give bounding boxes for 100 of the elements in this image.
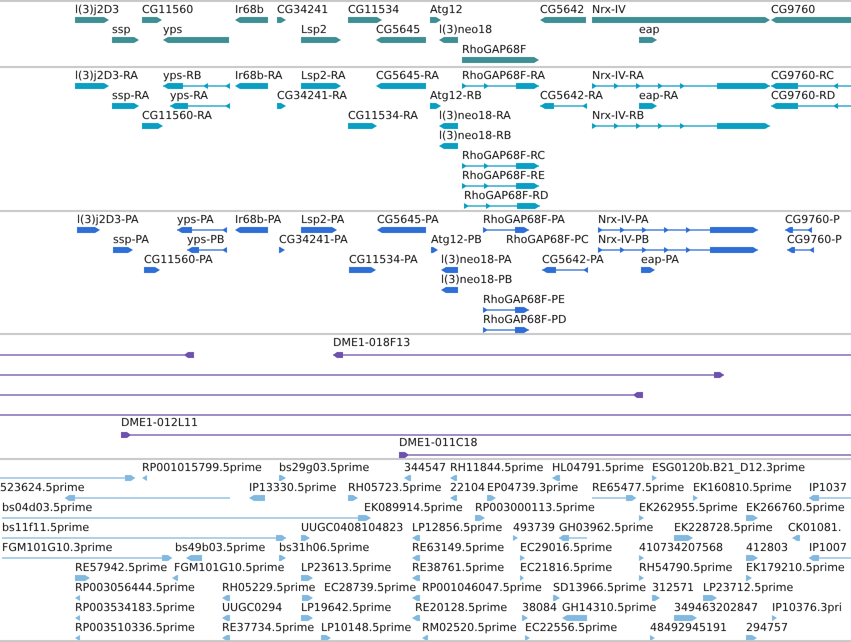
est-label: RE65477.5prime xyxy=(592,481,684,494)
transcript-label: RhoGAP68F-RE xyxy=(462,169,545,182)
est-label: 294757 xyxy=(746,621,788,634)
transcript-label: CG11560-RA xyxy=(142,109,212,122)
clone-label: DME1-018F13 xyxy=(333,336,410,349)
transcript-label: Ir68b-RA xyxy=(235,69,282,82)
transcript-label: yps-RB xyxy=(163,69,202,82)
est-label: EC21816.5prime xyxy=(520,561,612,574)
transcript-label: RhoGAP68F-RA xyxy=(462,69,546,82)
est-label: bs31h06.5prime xyxy=(279,541,370,554)
est-label: RP003510336.5prime xyxy=(75,621,195,634)
est-label: 48492945191 xyxy=(650,621,727,634)
est-label: bs29g03.5prime xyxy=(279,461,370,474)
clone-label: DME1-011C18 xyxy=(399,436,478,449)
est-label: RH54790.5prime xyxy=(639,561,732,574)
est-label: 349463202847 xyxy=(674,601,758,614)
est-label: IP13330.5prime xyxy=(249,481,336,494)
transcript-label: l(3)neo18-RB xyxy=(439,129,512,142)
est-label: EC29016.5prime xyxy=(520,541,612,554)
est-label: CK01081. xyxy=(788,521,842,534)
est-label: RH05229.5prime xyxy=(222,581,316,594)
protein-label: Lsp2-PA xyxy=(301,213,344,226)
gene-label: Ir68b xyxy=(235,3,264,16)
est-label: RH11844.5prime xyxy=(450,461,544,474)
transcript-label: CG5642-RA xyxy=(540,89,603,102)
protein-label: Nrx-IV-PA xyxy=(598,213,648,226)
transcript-label: CG5645-RA xyxy=(376,69,439,82)
est-label: EK266760.5prime xyxy=(746,501,845,514)
protein-label: ssp-PA xyxy=(113,233,149,246)
transcript-label: RhoGAP68F-RD xyxy=(464,189,548,202)
est-label: 410734207568 xyxy=(639,541,723,554)
transcript-label: CG11534-RA xyxy=(348,109,418,122)
est-label: UUGC0294 xyxy=(222,601,282,614)
gene-label: CG5642 xyxy=(540,3,584,16)
gene-label: CG5645 xyxy=(376,23,420,36)
transcript-label: CG34241-RA xyxy=(277,89,347,102)
transcript-label: CG9760-RD xyxy=(771,89,836,102)
est-label: 412803 xyxy=(746,541,788,554)
est-label: EK179210.5prime xyxy=(746,561,845,574)
est-label: bs11f11.5prime xyxy=(2,521,90,534)
est-label: IP10376.3pri xyxy=(772,601,842,614)
transcript-label: CG9760-RC xyxy=(771,69,834,82)
gene-label: CG34241 xyxy=(277,3,328,16)
est-label: RE38761.5prime xyxy=(412,561,504,574)
protein-label: eap-PA xyxy=(641,253,679,266)
protein-label: RhoGAP68F-PA xyxy=(483,213,565,226)
est-label: RE63149.5prime xyxy=(412,541,504,554)
protein-label: l(3)neo18-PB xyxy=(441,273,512,286)
est-label: RP001015799.5prime xyxy=(142,461,262,474)
est-label: LP19642.5prime xyxy=(301,601,392,614)
est-label: RP003000113.5prime xyxy=(475,501,595,514)
protein-label: Ir68b-PA xyxy=(235,213,282,226)
est-label: IP1007 xyxy=(809,541,847,554)
protein-label: CG9760-P xyxy=(787,233,842,246)
transcript-label: Lsp2-RA xyxy=(301,69,346,82)
est-label: GH14310.5prime xyxy=(562,601,656,614)
protein-label: CG34241-PA xyxy=(279,233,348,246)
protein-label: CG11534-PA xyxy=(349,253,418,266)
protein-label: RhoGAP68F-PD xyxy=(483,313,566,326)
est-label: HL04791.5prime xyxy=(552,461,644,474)
transcript-label: Nrx-IV-RB xyxy=(592,109,644,122)
est-label: bs49b03.5prime xyxy=(175,541,266,554)
est-label: 312571 xyxy=(652,581,694,594)
est-label: RE20128.5prime xyxy=(415,601,508,614)
transcript-label: l(3)j2D3-RA xyxy=(75,69,138,82)
protein-label: l(3)neo18-PA xyxy=(441,253,512,266)
protein-label: CG9760-P xyxy=(785,213,840,226)
gene-label: Lsp2 xyxy=(301,23,327,36)
transcript-label: ssp-RA xyxy=(112,89,150,102)
protein-label: CG5642-PA xyxy=(542,253,604,266)
est-label: IP1037 xyxy=(809,481,847,494)
protein-label: CG5645-PA xyxy=(377,213,439,226)
est-label: EK228728.5prime xyxy=(674,521,773,534)
transcript-label: l(3)neo18-RA xyxy=(439,109,511,122)
est-label: LP23613.5prime xyxy=(301,561,392,574)
est-label: bs04d03.5prime xyxy=(2,501,92,514)
protein-label: Nrx-IV-PB xyxy=(598,233,650,246)
est-label: 344547 xyxy=(404,461,446,474)
transcript-label: eap-RA xyxy=(639,89,678,102)
est-label: RE57942.5prime xyxy=(75,561,168,574)
est-label: 493739 xyxy=(513,521,555,534)
est-label: EK262955.5prime xyxy=(639,501,738,514)
protein-label: yps-PA xyxy=(177,213,214,226)
gene-label: l(3)neo18 xyxy=(439,23,492,36)
gene-label: eap xyxy=(639,23,660,36)
est-label: 523624.5prime xyxy=(0,481,85,494)
est-label: SD13966.5prime xyxy=(553,581,646,594)
gene-label: Nrx-IV xyxy=(592,3,626,16)
gene-label: CG9760 xyxy=(771,3,816,16)
est-label: GH03962.5prime xyxy=(559,521,654,534)
transcript-label: RhoGAP68F-RC xyxy=(462,149,546,162)
gene-label: Atg12 xyxy=(430,3,463,16)
est-label: ESG0120b.B21_D12.3prime xyxy=(652,461,805,474)
est-label: EC28739.5prime xyxy=(324,581,416,594)
est-label: RP001046047.5prime xyxy=(422,581,542,594)
est-label: 22104 xyxy=(450,481,485,494)
protein-label: RhoGAP68F-PC xyxy=(506,233,589,246)
gene-label: CG11560 xyxy=(142,3,194,16)
protein-label: l(3)j2D3-PA xyxy=(77,213,139,226)
gene-label: RhoGAP68F xyxy=(462,43,526,56)
